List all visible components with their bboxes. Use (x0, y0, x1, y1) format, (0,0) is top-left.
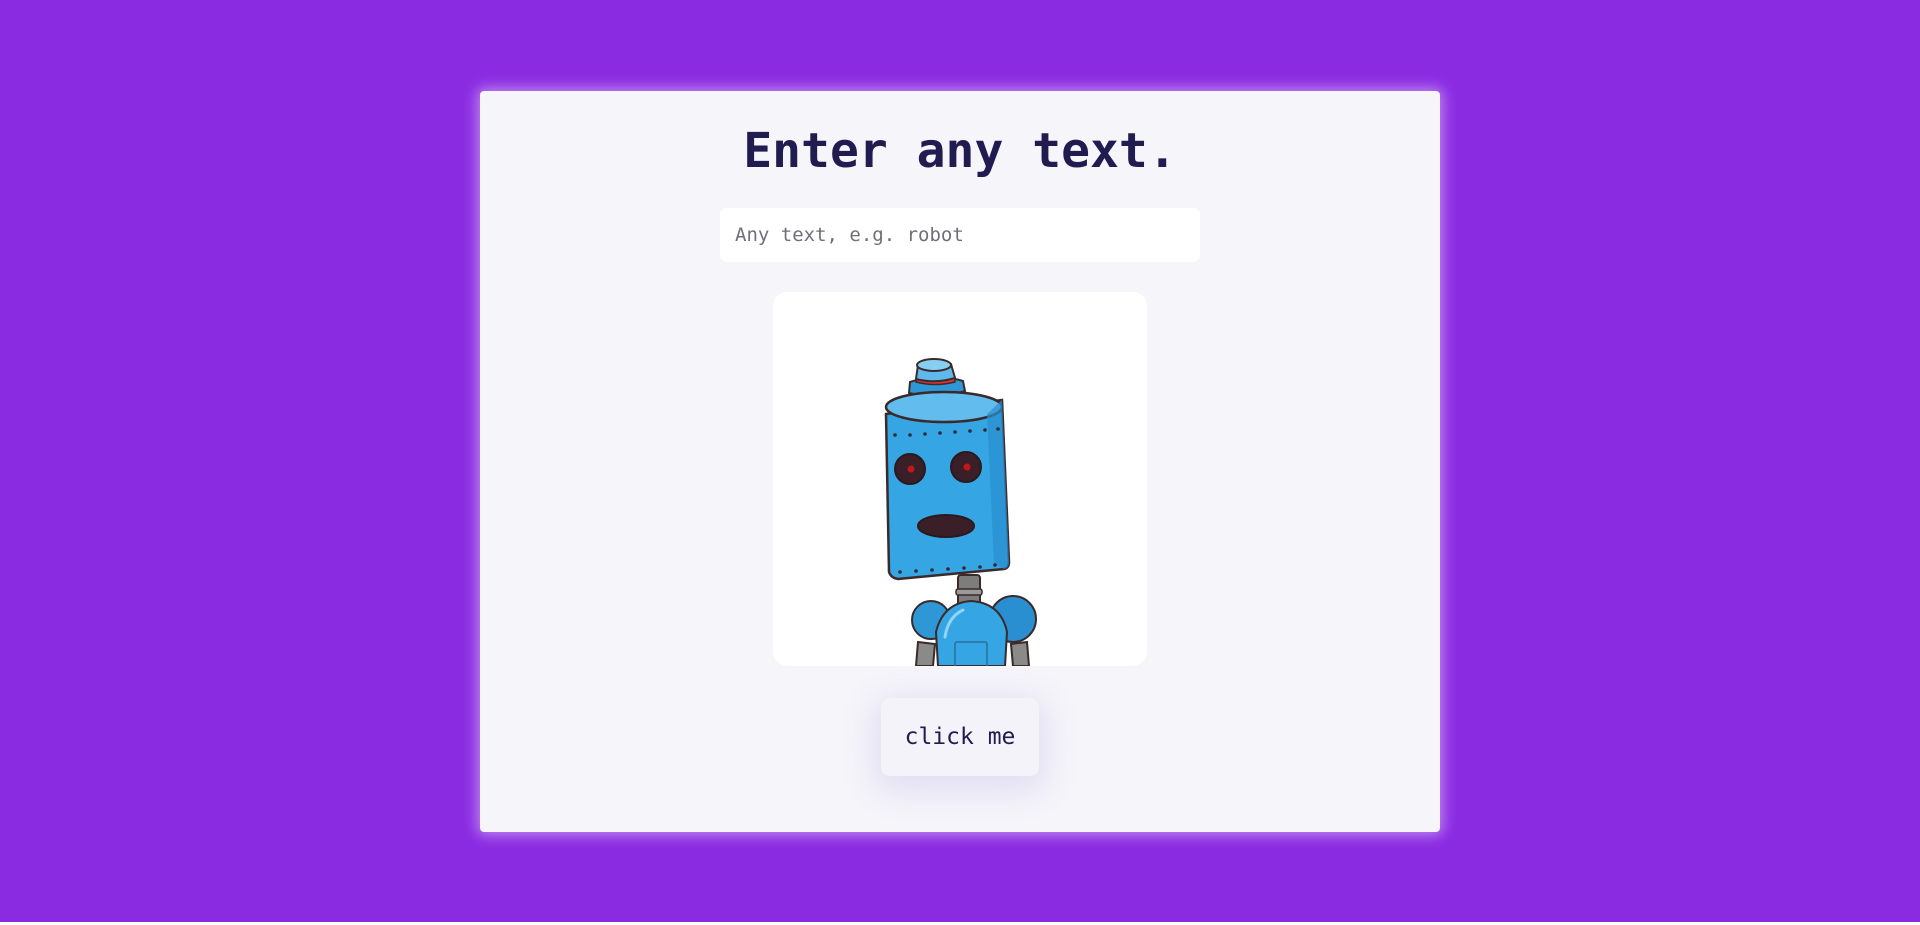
click-me-button[interactable]: click me (881, 698, 1039, 776)
robot-right-pupil (963, 463, 971, 471)
robot-left-pupil (907, 465, 915, 473)
robot-mouth (917, 514, 975, 538)
generated-image-frame (773, 292, 1147, 666)
main-card: Enter any text. Any text, e.g. robot cli… (480, 91, 1440, 832)
robot-hat-crown (916, 358, 952, 372)
robot-head-top (884, 390, 1004, 424)
text-input[interactable] (720, 208, 1200, 262)
page-title: Enter any text. (743, 123, 1177, 179)
robot-left-arm (914, 640, 937, 666)
robot-right-arm (1009, 640, 1031, 666)
robot-illustration (884, 358, 1037, 666)
robot-neck-ring (955, 588, 983, 596)
